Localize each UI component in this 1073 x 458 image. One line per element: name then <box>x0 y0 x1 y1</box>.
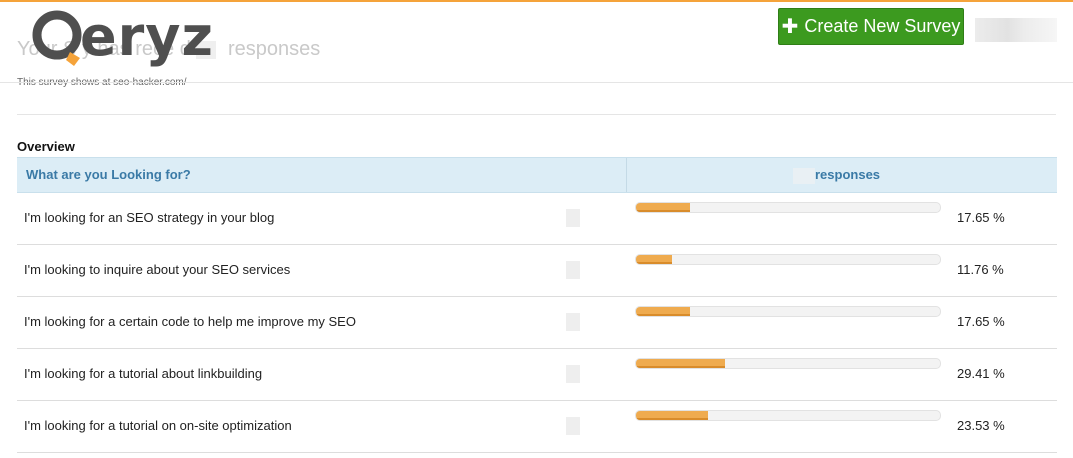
divider <box>0 82 17 83</box>
user-account-redacted[interactable] <box>975 18 1057 42</box>
results-table-header: What are you Looking for? responses <box>17 157 1057 193</box>
table-row: I'm looking to inquire about your SEO se… <box>17 245 1057 297</box>
create-new-survey-button[interactable]: ✚ Create New Survey <box>778 8 964 45</box>
answer-percent: 17.65 % <box>957 210 1005 225</box>
redacted-answer-count <box>566 261 580 279</box>
divider <box>1056 82 1073 83</box>
create-new-survey-label: Create New Survey <box>804 16 961 36</box>
answer-percent: 23.53 % <box>957 418 1005 433</box>
table-row: I'm looking for a certain code to help m… <box>17 297 1057 349</box>
results-table: What are you Looking for? responses I'm … <box>17 157 1057 453</box>
progress-bar <box>635 410 941 421</box>
answer-percent: 29.41 % <box>957 366 1005 381</box>
plus-icon: ✚ <box>781 15 799 38</box>
progress-bar-fill <box>636 255 672 264</box>
progress-bar-fill <box>636 203 690 212</box>
answer-percent: 11.76 % <box>957 262 1004 277</box>
responses-header-label: responses <box>815 167 881 182</box>
faded-title-responses: responses <box>227 38 321 60</box>
progress-bar-fill <box>636 307 690 316</box>
progress-bar <box>635 254 941 265</box>
answer-label: I'm looking for a certain code to help m… <box>24 314 356 329</box>
answer-label: I'm looking to inquire about your SEO se… <box>24 262 291 277</box>
answer-label: I'm looking for a tutorial about linkbui… <box>24 366 263 381</box>
table-row: I'm looking for an SEO strategy in your … <box>17 193 1057 245</box>
logo-text: eryz <box>80 5 214 68</box>
divider <box>17 114 1056 115</box>
redacted-answer-count <box>566 365 580 383</box>
results-rows: I'm looking for an SEO strategy in your … <box>17 193 1057 453</box>
answer-label: I'm looking for a tutorial on on-site op… <box>24 418 292 433</box>
redacted-answer-count <box>566 417 580 435</box>
redacted-response-count <box>793 167 815 184</box>
table-row: I'm looking for a tutorial on on-site op… <box>17 401 1057 453</box>
answer-percent: 17.65 % <box>957 314 1005 329</box>
responses-header: responses <box>793 158 880 192</box>
progress-bar <box>635 202 941 213</box>
answer-label: I'm looking for an SEO strategy in your … <box>24 210 275 225</box>
divider <box>17 82 1056 83</box>
question-header: What are you Looking for? <box>26 167 191 182</box>
progress-bar <box>635 306 941 317</box>
qeryz-logo[interactable]: eryz <box>30 2 230 72</box>
survey-results-page: Your S y has rece d responses This surve… <box>0 0 1073 458</box>
table-row: I'm looking for a tutorial about linkbui… <box>17 349 1057 401</box>
progress-bar-fill <box>636 359 726 368</box>
progress-bar <box>635 358 941 369</box>
redacted-answer-count <box>566 313 580 331</box>
header-divider <box>626 158 627 192</box>
overview-heading: Overview <box>17 139 75 154</box>
redacted-answer-count <box>566 209 580 227</box>
progress-bar-fill <box>636 411 708 420</box>
